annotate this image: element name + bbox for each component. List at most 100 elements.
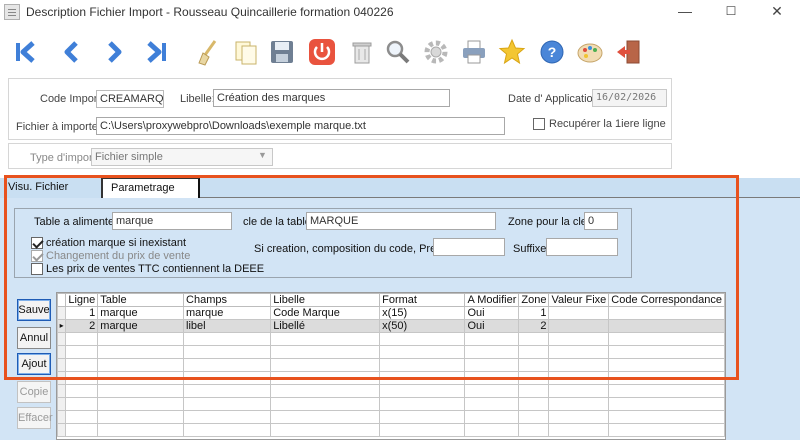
minimize-button[interactable]: — (662, 0, 708, 24)
help-button[interactable]: ? (536, 36, 568, 68)
column-header[interactable]: Table (97, 293, 185, 307)
column-header[interactable]: Format (379, 293, 466, 307)
power-icon (309, 39, 335, 65)
tab-parametrage[interactable]: Parametrage (102, 178, 200, 198)
grid-header-row: Ligne Table Champs Libelle Format A Modi… (57, 293, 725, 307)
grid-cell[interactable]: x(50) (379, 319, 466, 333)
svg-text:?: ? (548, 44, 557, 60)
search-button[interactable] (382, 36, 414, 68)
first-record-button[interactable] (10, 36, 42, 68)
suffix-field[interactable] (546, 238, 618, 256)
save-icon (271, 41, 293, 63)
column-header[interactable]: Valeur Fixe (548, 293, 610, 307)
fields-grid: Ligne Table Champs Libelle Format A Modi… (56, 292, 726, 440)
maximize-button[interactable]: ☐ (708, 0, 754, 24)
save-toolbar-button[interactable] (266, 36, 298, 68)
close-button[interactable]: ✕ (754, 0, 800, 24)
deee-checkbox[interactable] (31, 263, 43, 275)
date-application-field[interactable]: 16/02/2026 (592, 89, 667, 107)
row-indicator-header (57, 293, 67, 307)
delete-button[interactable] (346, 36, 378, 68)
grid-cell[interactable]: Libellé (270, 319, 381, 333)
first-line-label: Recupérer la 1iere ligne (549, 118, 666, 130)
row-indicator (57, 306, 67, 320)
price-change-label: Changement du prix de vente (46, 250, 191, 262)
grid-cell[interactable]: marque (97, 306, 185, 320)
previous-record-button[interactable] (56, 36, 88, 68)
power-button[interactable] (306, 36, 338, 68)
grid-cell[interactable]: marque (183, 306, 272, 320)
palette-button[interactable] (574, 36, 606, 68)
copy-icon (235, 41, 257, 65)
copie-button[interactable]: Copie (17, 381, 51, 403)
create-brand-label: création marque si inexistant (46, 237, 187, 249)
grid-cell[interactable] (608, 306, 725, 320)
grid-cell[interactable]: 2 (518, 319, 550, 333)
empty-row[interactable] (57, 397, 725, 411)
eraser-icon (198, 40, 217, 66)
column-header[interactable]: Code Correspondance (608, 293, 725, 307)
file-path-field[interactable]: C:\Users\proxywebpro\Downloads\exemple m… (96, 117, 505, 135)
app-icon (4, 4, 20, 20)
grid-cell[interactable]: libel (183, 319, 272, 333)
effacer-button[interactable]: Effacer (17, 407, 53, 429)
zone-cle-field[interactable]: 0 (584, 212, 618, 230)
row-indicator: ▸ (57, 319, 67, 333)
clear-button[interactable] (192, 36, 224, 68)
print-button[interactable] (458, 36, 490, 68)
code-import-field[interactable]: CREAMARQ (96, 90, 164, 108)
annul-button[interactable]: Annul (17, 327, 51, 349)
empty-row[interactable] (57, 423, 725, 437)
grid-cell[interactable]: 1 (65, 306, 99, 320)
last-icon (147, 41, 166, 63)
toolbar: ? (0, 26, 800, 78)
grid-cell[interactable]: 1 (518, 306, 550, 320)
sauve-button[interactable]: Sauve (17, 299, 51, 321)
empty-row[interactable] (57, 384, 725, 398)
table-label: Table a alimenter: (34, 216, 121, 228)
empty-row[interactable] (57, 345, 725, 359)
column-header[interactable]: Champs (183, 293, 272, 307)
grid-cell[interactable]: 2 (65, 319, 99, 333)
settings-button[interactable] (420, 36, 452, 68)
table-field[interactable]: marque (112, 212, 232, 230)
prefix-field[interactable] (433, 238, 505, 256)
favorite-icon (498, 38, 526, 65)
palette-icon (577, 43, 603, 63)
grid-cell[interactable]: Oui (464, 306, 520, 320)
column-header[interactable]: Libelle (270, 293, 381, 307)
first-line-checkbox[interactable] (533, 118, 545, 130)
grid-cell[interactable] (548, 319, 610, 333)
next-record-button[interactable] (98, 36, 130, 68)
empty-row[interactable] (57, 358, 725, 372)
cle-field[interactable]: MARQUE (306, 212, 496, 230)
price-change-checkbox[interactable] (31, 250, 43, 262)
create-brand-checkbox[interactable] (31, 237, 43, 249)
date-application-label: Date d' Application: (508, 93, 602, 105)
grid-cell[interactable]: Code Marque (270, 306, 381, 320)
table-row[interactable]: 1 marque marque Code Marque x(15) Oui 1 (57, 306, 725, 320)
grid-cell[interactable]: marque (97, 319, 185, 333)
grid-cell[interactable] (608, 319, 725, 333)
import-type-select[interactable]: Fichier simple (91, 148, 273, 166)
exit-icon (617, 40, 640, 64)
grid-cell[interactable] (548, 306, 610, 320)
column-header[interactable]: Ligne (65, 293, 99, 307)
last-record-button[interactable] (140, 36, 172, 68)
libelle-field[interactable]: Création des marques (213, 89, 450, 107)
ajout-button[interactable]: Ajout (17, 353, 51, 375)
window-title: Description Fichier Import - Rousseau Qu… (26, 5, 394, 19)
suffix-label: Suffixe: (513, 243, 550, 255)
table-row[interactable]: ▸ 2 marque libel Libellé x(50) Oui 2 (57, 319, 725, 333)
grid-cell[interactable]: x(15) (379, 306, 466, 320)
empty-row[interactable] (57, 332, 725, 346)
copy-button[interactable] (230, 36, 262, 68)
exit-button[interactable] (612, 36, 644, 68)
tab-visu-fichier[interactable]: Visu. Fichier (0, 178, 102, 198)
grid-cell[interactable]: Oui (464, 319, 520, 333)
favorite-button[interactable] (496, 36, 528, 68)
column-header[interactable]: Zone (518, 293, 550, 307)
empty-row[interactable] (57, 371, 725, 385)
column-header[interactable]: A Modifier (464, 293, 520, 307)
empty-row[interactable] (57, 410, 725, 424)
